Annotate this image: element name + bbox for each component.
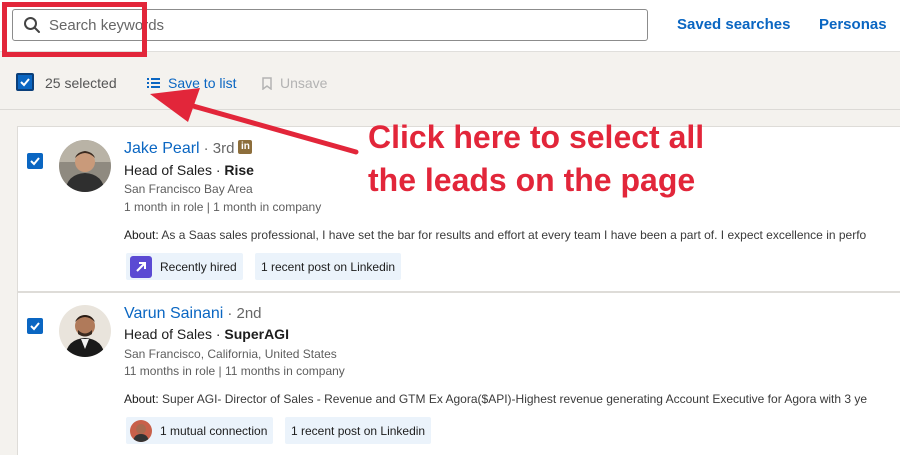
annotation-line-1: Click here to select all (368, 119, 705, 155)
annotation-callout: Click here to select all the leads on th… (368, 116, 788, 202)
annotation-line-2: the leads on the page (368, 162, 696, 198)
annotation-arrow (150, 88, 359, 155)
